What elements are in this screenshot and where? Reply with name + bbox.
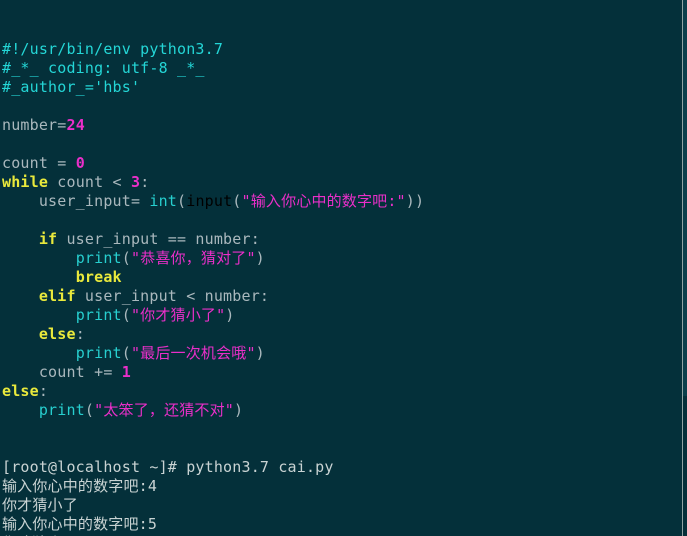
token-number: 3 [130,173,141,191]
token-keyword: elif [38,287,76,305]
token-comment: #_*_ coding: utf-8 _*_ [2,59,205,77]
token-plain: user_input < number: [75,287,270,305]
token-punct: ) [255,249,265,267]
code-line: #!/usr/bin/env python3.7 [2,40,682,59]
token-string: "你才猜小了" [130,306,226,324]
token-plain: count += [2,363,122,381]
code-line: #_author_='hbs' [2,78,682,97]
token-punct: ( [84,401,95,419]
code-line: print("你才猜小了") [2,306,682,325]
scrollbar-thumb[interactable] [683,0,687,396]
token-string: "最后一次机会哦" [130,344,256,362]
code-line: print("恭喜你，猜对了") [2,249,682,268]
token-builtin: print [75,306,122,324]
code-line: if user_input == number: [2,230,682,249]
token-plain: user_input= [2,192,150,210]
token-plain: count < [48,173,131,191]
code-line: print("太笨了，还猜不对") [2,401,682,420]
token-punct: ) [255,344,265,362]
token-comment: #_author_='hbs' [2,78,141,96]
token-plain: user_input == number: [57,230,260,248]
output-line: 输入你心中的数字吧:5 [2,515,682,534]
token-builtin: print [75,344,122,362]
token-keyword: if [38,230,58,248]
code-line: #_*_ coding: utf-8 _*_ [2,59,682,78]
token-plain: : [75,325,85,343]
token-punct: ) [225,306,235,324]
token-output: 你才猜小了 [2,496,78,514]
python-source-code[interactable]: #!/usr/bin/env python3.7 #_*_ coding: utf… [2,40,682,420]
token-keyword: else [2,382,39,400]
token-function: input [186,192,233,210]
scrollbar-divider [682,0,683,536]
output-line: 你才猜小了 [2,496,682,515]
code-line: count = 0 [2,154,682,173]
code-line: elif user_input < number: [2,287,682,306]
token-string: "恭喜你，猜对了" [130,249,256,267]
token-punct: ( [177,192,187,210]
token-output: 输入你心中的数字吧:5 [2,515,158,533]
token-comment: #!/usr/bin/env python3.7 [2,40,224,58]
token-output: 输入你心中的数字吧:4 [2,477,158,495]
code-line: else: [2,325,682,344]
code-line: number=24 [2,116,682,135]
token-plain: : [38,382,49,400]
token-string: "太笨了，还猜不对" [94,401,234,419]
token-punct: ( [121,249,131,267]
token-punct: )) [405,192,425,210]
token-punct: ( [232,192,242,210]
code-line: break [2,268,682,287]
output-line: 输入你心中的数字吧:4 [2,477,682,496]
token-builtin: int [149,192,178,210]
token-plain: number= [2,116,67,134]
token-keyword: break [75,268,122,286]
token-builtin: print [38,401,85,419]
token-punct: ( [121,306,131,324]
token-plain: count = [2,154,76,172]
token-keyword: else [38,325,76,343]
code-line: while count < 3: [2,173,682,192]
token-number: 1 [121,363,131,381]
token-punct: ) [234,401,244,419]
code-line: count += 1 [2,363,682,382]
token-builtin: print [75,249,122,267]
terminal-text-area[interactable]: #!/usr/bin/env python3.7 #_*_ coding: utf… [0,0,682,536]
token-number: 24 [66,116,85,134]
output-line: [root@localhost ~]# python3.7 cai.py [2,458,682,477]
code-line: print("最后一次机会哦") [2,344,682,363]
token-number: 0 [75,154,85,172]
token-punct: ( [121,344,131,362]
token-keyword: while [2,173,49,191]
terminal-window: #!/usr/bin/env python3.7 #_*_ coding: utf… [0,0,687,536]
shell-session-output[interactable]: [root@localhost ~]# python3.7 cai.py 输入你心… [2,458,682,536]
code-line: user_input= int(input("输入你心中的数字吧:")) [2,192,682,211]
token-string: "输入你心中的数字吧:" [241,192,406,210]
code-line: else: [2,382,682,401]
token-prompt: [root@localhost ~]# python3.7 cai.py [2,458,334,476]
token-plain: : [140,173,150,191]
